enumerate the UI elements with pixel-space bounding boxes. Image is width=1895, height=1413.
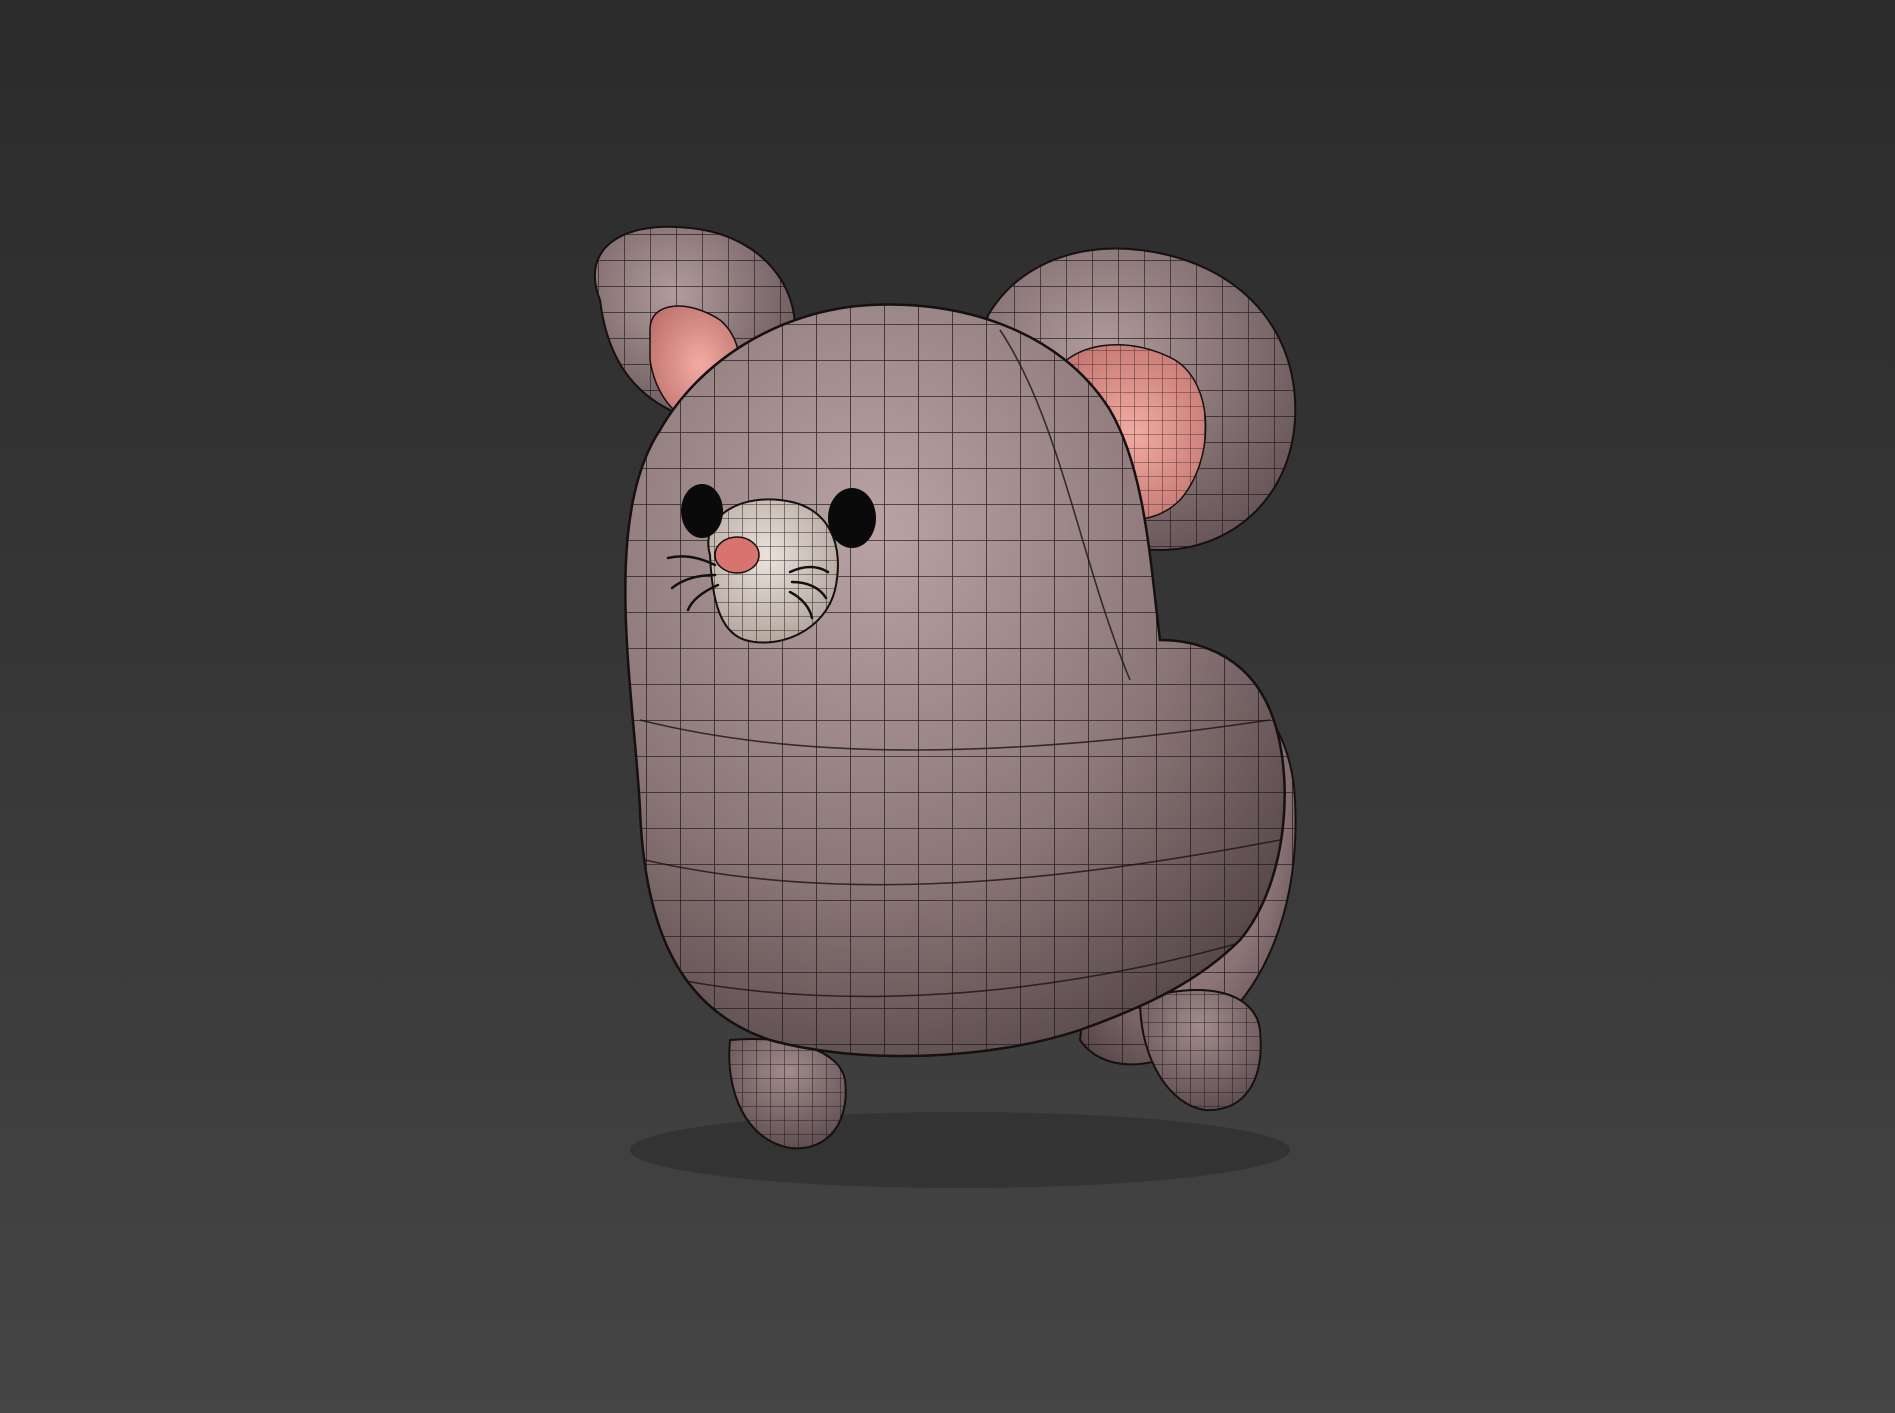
scene-canvas [594,225,1297,1188]
ground-shadow [630,1112,1290,1188]
nose [714,536,760,574]
left-eye [681,484,723,538]
right-eye [828,488,876,548]
3d-viewport[interactable] [0,0,1895,1413]
back-right-leg [1138,989,1262,1112]
